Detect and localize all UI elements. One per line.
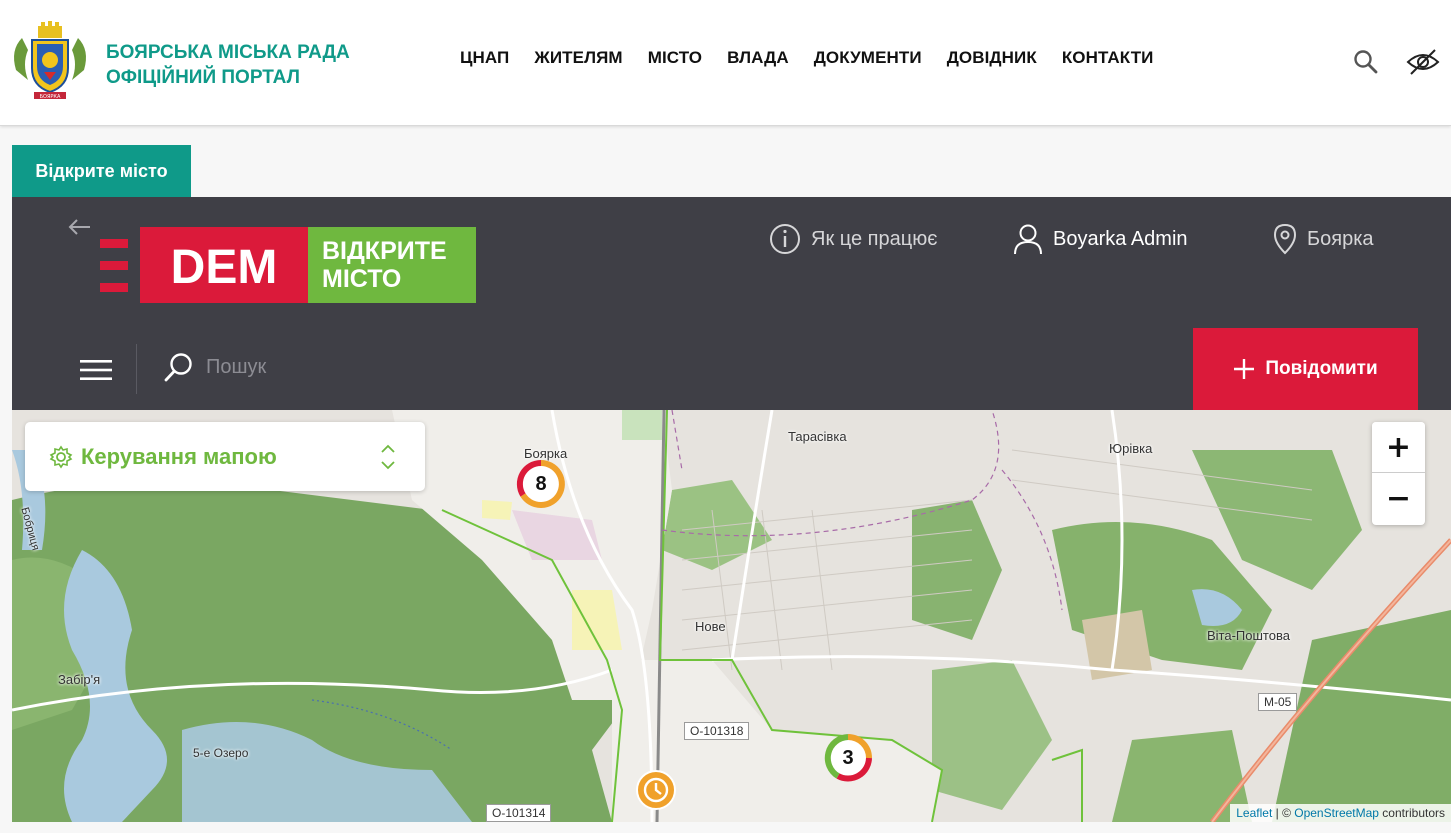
site-title-line1: БОЯРСЬКА МІСЬКА РАДА bbox=[106, 42, 350, 63]
nav-item-city[interactable]: МІСТО bbox=[648, 48, 702, 68]
place-label: Віта-Поштова bbox=[1207, 628, 1290, 643]
plus-icon bbox=[1234, 359, 1255, 379]
road-label: М-05 bbox=[1258, 693, 1298, 711]
user-icon bbox=[1014, 224, 1042, 255]
search-bar bbox=[164, 352, 506, 382]
nav-item-documents[interactable]: ДОКУМЕНТИ bbox=[814, 48, 922, 68]
how-it-works-link[interactable]: Як це працює bbox=[769, 223, 937, 255]
back-arrow-icon[interactable] bbox=[67, 214, 93, 240]
site-title-line2: ОФІЦІЙНИЙ ПОРТАЛ bbox=[106, 67, 300, 88]
place-label: Юрівка bbox=[1109, 441, 1153, 456]
coat-of-arms-logo[interactable]: БОЯРКА bbox=[8, 20, 92, 104]
search-input[interactable] bbox=[206, 355, 506, 379]
map-control-label: Керування мапою bbox=[81, 443, 277, 469]
cluster-count: 8 bbox=[535, 472, 547, 495]
cluster-count: 3 bbox=[842, 746, 854, 769]
clock-icon bbox=[636, 770, 676, 810]
place-label: Нове bbox=[695, 619, 726, 634]
search-icon[interactable] bbox=[164, 352, 194, 382]
map-control-panel[interactable]: Керування мапою bbox=[25, 422, 425, 491]
pending-issue-marker[interactable] bbox=[634, 768, 678, 812]
user-account-link[interactable]: Boyarka Admin bbox=[1013, 223, 1188, 255]
info-icon bbox=[770, 224, 800, 254]
open-city-header: DEM ВІДКРИТЕ МІСТО Як це працює Boyarka … bbox=[12, 197, 1451, 410]
search-icon[interactable] bbox=[1349, 45, 1383, 79]
expand-chevrons-icon[interactable] bbox=[379, 442, 397, 472]
zoom-out-button[interactable]: − bbox=[1372, 473, 1425, 524]
site-title[interactable]: БОЯРСЬКА МІСЬКА РАДА ОФІЦІЙНИЙ ПОРТАЛ bbox=[106, 40, 350, 90]
logo-line2: МІСТО bbox=[322, 265, 401, 293]
header-divider bbox=[136, 344, 137, 394]
city-selector[interactable]: Боярка bbox=[1273, 223, 1374, 255]
issue-cluster-marker[interactable]: 3 bbox=[822, 732, 874, 784]
place-label: 5-е Озеро bbox=[193, 746, 249, 760]
logo-dem-text: DEM bbox=[171, 241, 278, 294]
zoom-in-button[interactable]: + bbox=[1372, 422, 1425, 473]
place-label: Забір'я bbox=[58, 672, 101, 687]
accessibility-eye-icon[interactable] bbox=[1406, 45, 1440, 79]
attribution-separator: | © bbox=[1272, 806, 1295, 820]
attribution-tail: contributors bbox=[1378, 806, 1445, 820]
nav-item-directory[interactable]: ДОВІДНИК bbox=[947, 48, 1037, 68]
zoom-controls: + − bbox=[1372, 422, 1425, 525]
settings-gear-icon bbox=[49, 445, 73, 468]
map-view[interactable]: Боярка Тарасівка Юрівка Нове Віта-Поштов… bbox=[12, 410, 1451, 822]
road-label: О-101314 bbox=[486, 804, 552, 822]
nav-item-residents[interactable]: ЖИТЕЛЯМ bbox=[534, 48, 622, 68]
location-pin-icon bbox=[1273, 223, 1297, 255]
place-label: Тарасівка bbox=[788, 429, 847, 444]
site-header: БОЯРКА БОЯРСЬКА МІСЬКА РАДА ОФІЦІЙНИЙ ПО… bbox=[0, 0, 1451, 126]
road-label: О-101318 bbox=[684, 722, 750, 740]
dem-open-city-logo[interactable]: DEM ВІДКРИТЕ МІСТО bbox=[100, 227, 476, 303]
nav-item-cnap[interactable]: ЦНАП bbox=[460, 48, 509, 68]
tab-open-city[interactable]: Відкрите місто bbox=[12, 145, 191, 197]
nav-item-government[interactable]: ВЛАДА bbox=[727, 48, 789, 68]
how-it-works-label: Як це працює bbox=[811, 227, 938, 250]
city-name: Боярка bbox=[1307, 227, 1374, 250]
leaflet-link[interactable]: Leaflet bbox=[1236, 806, 1272, 820]
logo-line1: ВІДКРИТЕ bbox=[322, 237, 447, 265]
map-attribution: Leaflet | © OpenStreetMap contributors bbox=[1230, 804, 1451, 822]
coat-of-arms-caption: БОЯРКА bbox=[40, 94, 61, 100]
main-nav: ЦНАП ЖИТЕЛЯМ МІСТО ВЛАДА ДОКУМЕНТИ ДОВІД… bbox=[460, 48, 1154, 68]
osm-link[interactable]: OpenStreetMap bbox=[1294, 806, 1379, 820]
report-button[interactable]: Повідомити bbox=[1193, 328, 1418, 410]
issue-cluster-marker[interactable]: 8 bbox=[515, 458, 567, 510]
user-name: Boyarka Admin bbox=[1053, 227, 1188, 250]
nav-item-contacts[interactable]: КОНТАКТИ bbox=[1062, 48, 1154, 68]
hamburger-menu-icon[interactable] bbox=[80, 358, 112, 382]
report-label: Повідомити bbox=[1265, 358, 1378, 379]
